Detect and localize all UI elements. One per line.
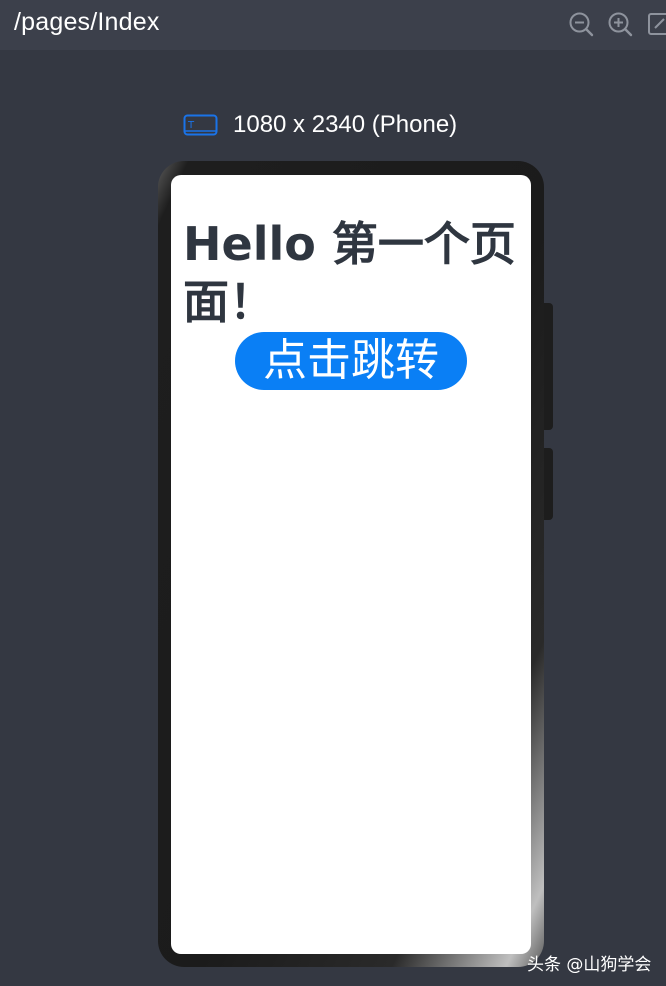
page-heading: Hello 第一个页面！ — [183, 217, 516, 329]
jump-button[interactable]: 点击跳转 — [235, 332, 467, 390]
fit-screen-icon[interactable] — [647, 11, 666, 37]
device-info: T 1080 x 2340 (Phone) — [183, 110, 457, 140]
zoom-in-icon[interactable] — [607, 11, 633, 37]
watermark: 头条 @山狗学会 — [527, 955, 652, 975]
phone-power-button — [544, 303, 553, 430]
device-resolution-label: 1080 x 2340 (Phone) — [233, 111, 458, 138]
svg-text:T: T — [187, 120, 195, 131]
tablet-device-icon: T — [183, 114, 218, 135]
previewer-toolbar: /pages/Index — [0, 0, 666, 50]
zoom-out-icon[interactable] — [568, 11, 594, 37]
page-path-title: /pages/Index — [14, 8, 160, 36]
phone-volume-button — [544, 448, 553, 520]
phone-screen: Hello 第一个页面！ 点击跳转 — [171, 175, 531, 954]
